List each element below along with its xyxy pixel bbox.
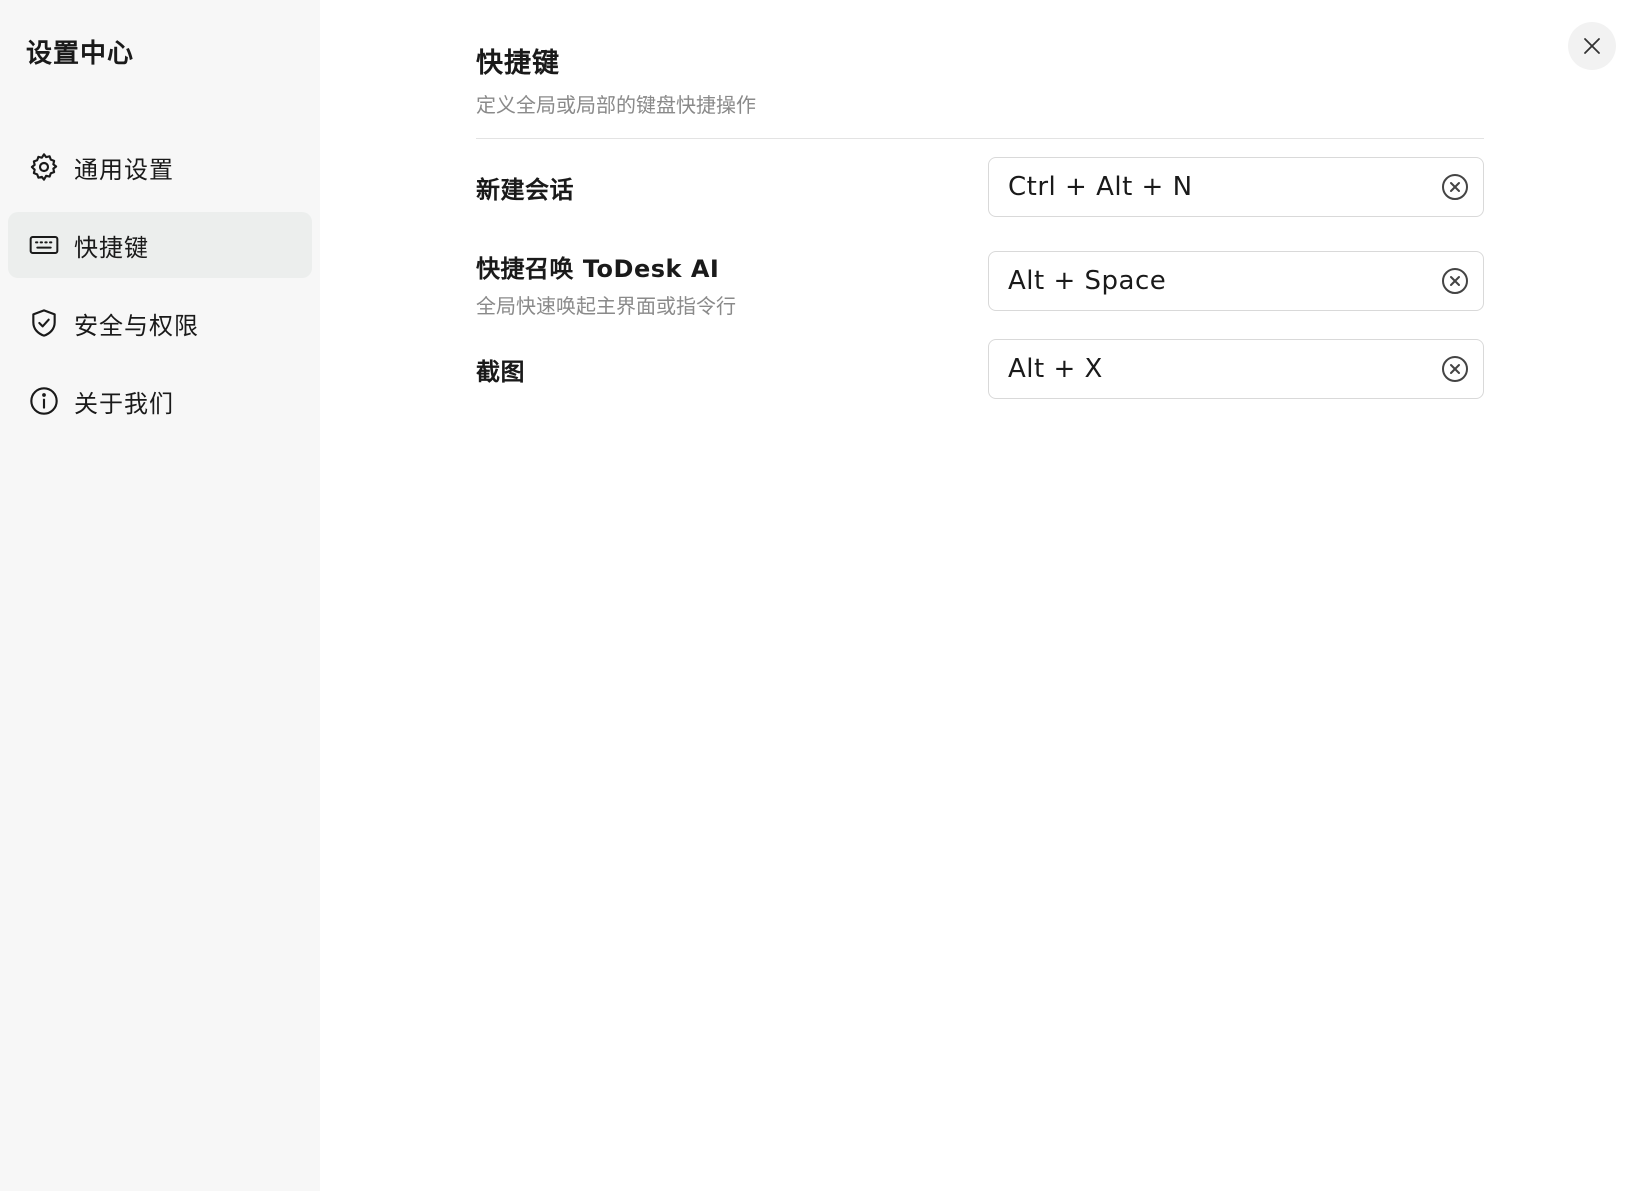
shortcut-row-screenshot: 截图 Alt + X bbox=[476, 339, 1484, 399]
shortcut-row-summon-ai: 快捷召唤 ToDesk AI 全局快速唤起主界面或指令行 Alt + Space bbox=[476, 251, 1484, 318]
sidebar-item-shortcuts[interactable]: 快捷键 bbox=[8, 212, 312, 278]
shortcut-input-summon-ai[interactable]: Alt + Space bbox=[988, 251, 1484, 311]
shortcut-label: 快捷召唤 ToDesk AI bbox=[476, 255, 720, 283]
sidebar-item-label: 通用设置 bbox=[74, 155, 174, 184]
shortcuts-content: 快捷键 定义全局或局部的键盘快捷操作 新建会话 Ctrl + Alt + N 快… bbox=[476, 44, 1484, 399]
sidebar: 设置中心 通用设置 快捷键 安全与权限 关于我们 bbox=[0, 0, 320, 1191]
clear-shortcut-button[interactable] bbox=[1439, 171, 1471, 203]
close-button[interactable] bbox=[1568, 22, 1616, 70]
shield-check-icon bbox=[28, 307, 60, 339]
sidebar-item-label: 快捷键 bbox=[74, 233, 149, 262]
sidebar-item-general[interactable]: 通用设置 bbox=[8, 134, 312, 200]
shortcut-label: 新建会话 bbox=[476, 175, 574, 204]
sidebar-item-security[interactable]: 安全与权限 bbox=[8, 290, 312, 356]
sidebar-title: 设置中心 bbox=[26, 39, 135, 69]
close-icon bbox=[1584, 38, 1600, 54]
shortcut-description: 全局快速唤起主界面或指令行 bbox=[476, 294, 736, 318]
clear-circle-icon bbox=[1442, 174, 1468, 200]
clear-shortcut-button[interactable] bbox=[1439, 353, 1471, 385]
page-subtitle: 定义全局或局部的键盘快捷操作 bbox=[476, 93, 756, 117]
clear-shortcut-button[interactable] bbox=[1439, 265, 1471, 297]
divider bbox=[476, 138, 1484, 139]
settings-window: 设置中心 通用设置 快捷键 安全与权限 关于我们 快捷键 定义全局或局部的键盘快… bbox=[0, 0, 1632, 1191]
shortcut-input-new-session[interactable]: Ctrl + Alt + N bbox=[988, 157, 1484, 217]
shortcut-keys: Alt + X bbox=[1008, 354, 1103, 384]
shortcut-row-new-session: 新建会话 Ctrl + Alt + N bbox=[476, 157, 1484, 217]
page-title: 快捷键 bbox=[476, 48, 560, 79]
main-panel: 快捷键 定义全局或局部的键盘快捷操作 新建会话 Ctrl + Alt + N 快… bbox=[320, 0, 1632, 1191]
sidebar-item-label: 安全与权限 bbox=[74, 311, 199, 340]
shortcut-keys: Ctrl + Alt + N bbox=[1008, 172, 1193, 202]
info-icon bbox=[28, 385, 60, 417]
sidebar-item-about[interactable]: 关于我们 bbox=[8, 368, 312, 434]
shortcut-keys: Alt + Space bbox=[1008, 266, 1167, 296]
clear-circle-icon bbox=[1442, 268, 1468, 294]
gear-icon bbox=[28, 151, 60, 183]
clear-circle-icon bbox=[1442, 356, 1468, 382]
keyboard-icon bbox=[28, 229, 60, 261]
shortcut-input-screenshot[interactable]: Alt + X bbox=[988, 339, 1484, 399]
sidebar-nav: 通用设置 快捷键 安全与权限 关于我们 bbox=[0, 134, 320, 434]
sidebar-item-label: 关于我们 bbox=[74, 389, 174, 418]
shortcut-label: 截图 bbox=[476, 357, 525, 386]
